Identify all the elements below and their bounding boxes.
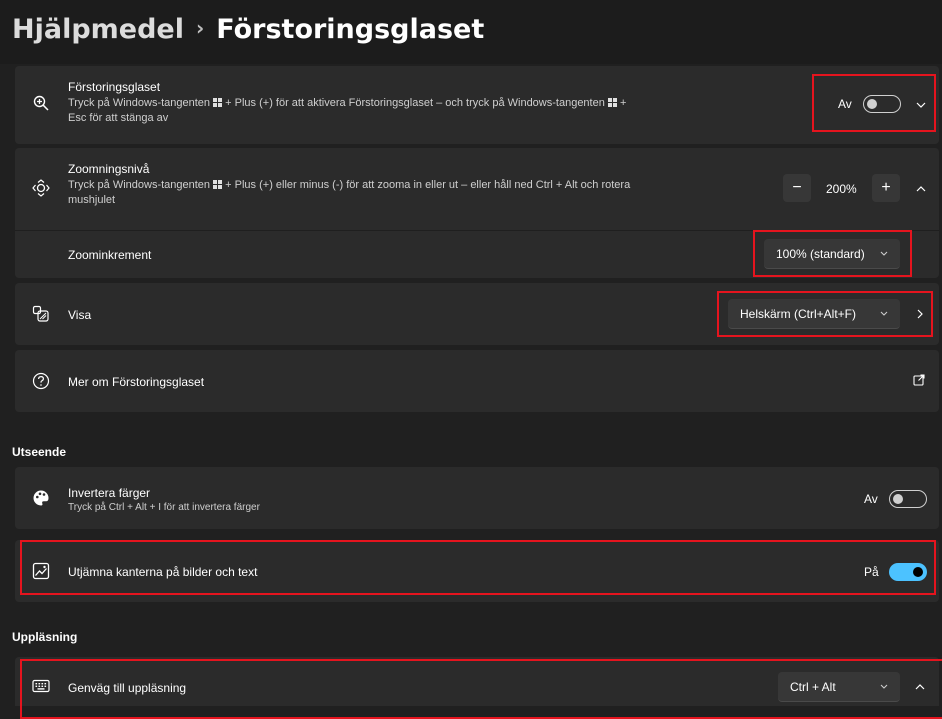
reading-shortcut-dropdown[interactable]: Ctrl + Alt xyxy=(778,672,900,702)
zoom-level-description: Tryck på Windows-tangenten + Plus (+) el… xyxy=(68,179,631,206)
zoom-increment-title: Zoominkrement xyxy=(68,248,152,262)
zoom-in-button[interactable]: + xyxy=(872,174,900,202)
section-heading-appearance: Utseende xyxy=(12,445,67,459)
view-title: Visa xyxy=(68,308,92,322)
windows-key-icon xyxy=(213,180,223,189)
zoom-level-value: 200% xyxy=(826,182,857,196)
zoom-level-setting-card: Zoomningsnivå Tryck på Windows-tangenten… xyxy=(15,148,939,230)
chevron-down-icon xyxy=(880,311,888,316)
zoom-move-icon xyxy=(31,178,51,198)
zoom-increment-setting-card: Zoominkrement 100% (standard) xyxy=(15,231,939,278)
magnifier-setting-card: Förstoringsglaset Tryck på Windows-tange… xyxy=(15,66,939,144)
zoom-level-title: Zoomningsnivå xyxy=(68,162,150,176)
zoom-out-button[interactable]: − xyxy=(783,174,811,202)
invert-colors-toggle[interactable] xyxy=(889,490,927,508)
magnifier-title: Förstoringsglaset xyxy=(68,80,161,94)
page-title: Förstoringsglaset xyxy=(216,14,485,45)
learn-more-title: Mer om Förstoringsglaset xyxy=(68,375,205,389)
image-icon xyxy=(31,561,51,581)
zoom-increment-dropdown[interactable]: 100% (standard) xyxy=(764,239,900,269)
section-heading-reading: Uppläsning xyxy=(12,630,78,644)
smooth-edges-setting-card: Utjämna kanterna på bilder och text På xyxy=(15,540,939,602)
smooth-edges-title: Utjämna kanterna på bilder och text xyxy=(68,565,258,579)
open-external-icon[interactable] xyxy=(913,374,925,386)
help-icon xyxy=(31,371,51,391)
magnifier-toggle[interactable] xyxy=(863,95,901,113)
toggle-knob xyxy=(867,99,877,109)
chevron-down-icon xyxy=(880,684,888,689)
invert-colors-state-label: Av xyxy=(864,492,878,506)
invert-colors-title: Invertera färger xyxy=(68,486,151,500)
view-mode-dropdown[interactable]: Helskärm (Ctrl+Alt+F) xyxy=(728,299,900,329)
breadcrumb-separator-icon: › xyxy=(196,16,205,40)
smooth-edges-state-label: På xyxy=(864,565,879,579)
invert-colors-setting-card: Invertera färger Tryck på Ctrl + Alt + I… xyxy=(15,467,939,529)
reading-shortcut-setting-card: Genväg till uppläsning Ctrl + Alt xyxy=(15,657,939,706)
view-mode-icon xyxy=(31,304,51,324)
windows-key-icon xyxy=(213,98,223,107)
toggle-knob xyxy=(893,494,903,504)
windows-key-icon xyxy=(607,98,617,107)
zoom-in-icon xyxy=(31,93,51,113)
chevron-down-icon[interactable] xyxy=(915,99,927,111)
reading-shortcut-title: Genväg till uppläsning xyxy=(68,681,187,695)
zoom-increment-selected: 100% (standard) xyxy=(776,246,865,261)
breadcrumb: Hjälpmedel › Förstoringsglaset xyxy=(12,14,484,45)
reading-shortcut-selected: Ctrl + Alt xyxy=(790,679,836,694)
smooth-edges-toggle[interactable] xyxy=(889,563,927,581)
invert-colors-description: Tryck på Ctrl + Alt + I för att inverter… xyxy=(68,502,260,513)
page-header: Hjälpmedel › Förstoringsglaset xyxy=(0,0,942,64)
chevron-down-icon xyxy=(880,251,888,256)
learn-more-card[interactable]: Mer om Förstoringsglaset xyxy=(15,350,939,412)
magnifier-description: Tryck på Windows-tangenten + Plus (+) fö… xyxy=(68,97,627,124)
breadcrumb-parent[interactable]: Hjälpmedel xyxy=(12,14,184,45)
view-mode-selected: Helskärm (Ctrl+Alt+F) xyxy=(740,306,857,321)
chevron-up-icon[interactable] xyxy=(914,681,926,693)
chevron-up-icon[interactable] xyxy=(915,183,927,195)
magnifier-state-label: Av xyxy=(838,97,852,111)
keyboard-icon xyxy=(31,676,51,696)
chevron-right-icon[interactable] xyxy=(914,308,926,320)
toggle-knob xyxy=(913,567,923,577)
color-palette-icon xyxy=(31,488,51,508)
view-setting-card: Visa Helskärm (Ctrl+Alt+F) xyxy=(15,283,939,345)
